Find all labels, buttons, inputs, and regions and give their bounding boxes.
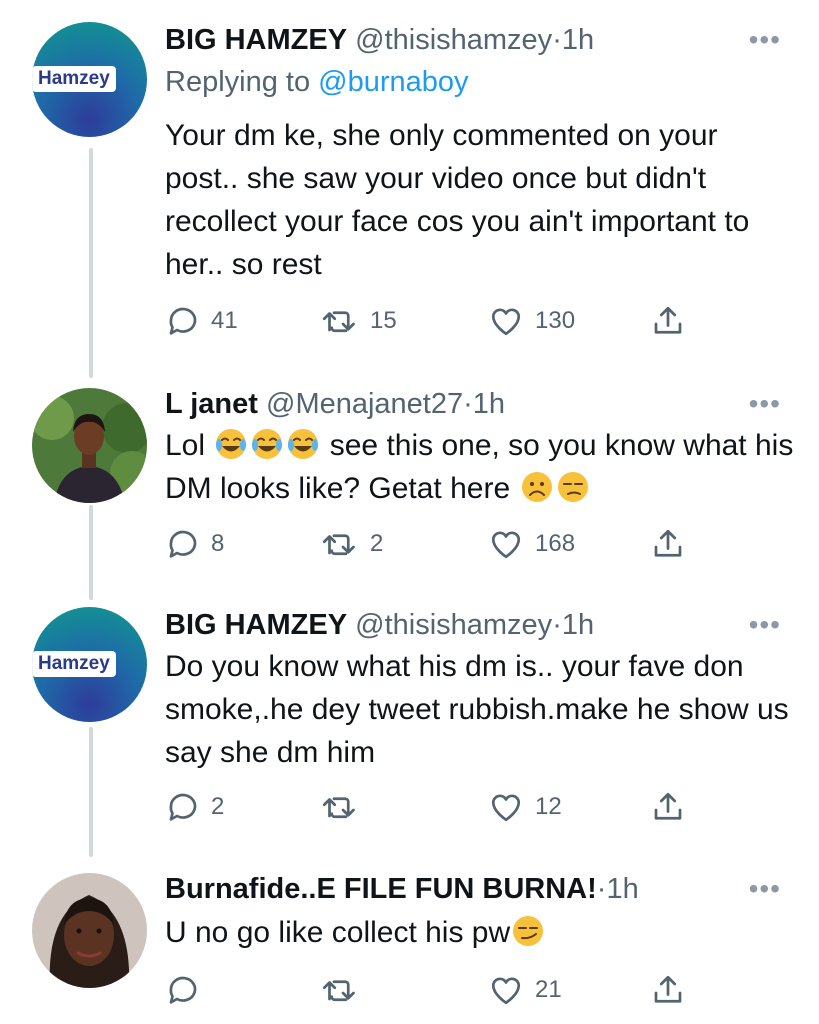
separator-dot: ·: [596, 873, 607, 905]
retweet-icon: [320, 303, 360, 339]
smirking-face-icon: [511, 914, 545, 948]
like-button[interactable]: 168: [487, 524, 575, 564]
reply-count: 41: [211, 307, 238, 334]
like-button[interactable]: 130: [487, 301, 575, 341]
avatar[interactable]: [32, 388, 147, 503]
reply-count: 8: [211, 530, 225, 557]
replying-to-label: Replying to: [165, 66, 311, 98]
avatar-photo: [32, 873, 147, 988]
share-icon: [650, 789, 686, 825]
heart-icon: [487, 526, 525, 562]
tweet-text: Do you know what his dm is.. your fave d…: [165, 650, 789, 769]
retweet-count: 2: [370, 530, 384, 557]
avatar-label: Hamzey: [32, 651, 116, 677]
retweet-button[interactable]: [320, 970, 370, 1010]
separator-dot: ·: [552, 609, 562, 641]
tweet[interactable]: Burnafide..E FILE FUN BURNA!·1h ••• U no…: [0, 855, 819, 1024]
face-with-tears-of-joy-icon: [286, 427, 320, 461]
share-button[interactable]: [650, 524, 686, 564]
more-options-icon[interactable]: •••: [749, 611, 781, 639]
reply-button[interactable]: 41: [165, 301, 238, 341]
tweet-text-part: Lol: [165, 429, 206, 462]
like-button[interactable]: 21: [487, 970, 562, 1010]
tweet-actions: 41 15 130: [165, 301, 725, 341]
tweet-header: Burnafide..E FILE FUN BURNA!·1h: [165, 871, 639, 907]
tweet[interactable]: Hamzey BIG HAMZEY @thisishamzey·1h ••• R…: [0, 0, 819, 370]
share-button[interactable]: [650, 970, 686, 1010]
share-icon: [650, 526, 686, 562]
reply-count: 2: [211, 793, 225, 820]
avatar[interactable]: [32, 873, 147, 988]
user-handle[interactable]: @Menajanet27: [266, 388, 463, 420]
share-button[interactable]: [650, 787, 686, 827]
tweet-header: L janet @Menajanet27·1h: [165, 386, 505, 422]
tweet[interactable]: L janet @Menajanet27·1h ••• Lol see this…: [0, 370, 819, 595]
retweet-button[interactable]: 2: [320, 524, 383, 564]
user-handle[interactable]: @thisishamzey: [355, 24, 552, 56]
tweet-actions: 8 2 168: [165, 524, 725, 564]
timestamp[interactable]: 1h: [473, 388, 505, 420]
avatar-label: Hamzey: [32, 66, 116, 92]
tweet-header: BIG HAMZEY @thisishamzey·1h: [165, 607, 594, 643]
retweet-button[interactable]: 15: [320, 301, 397, 341]
reply-icon: [165, 972, 201, 1008]
tweet-actions: 2 12: [165, 787, 725, 827]
retweet-icon: [320, 972, 360, 1008]
share-icon: [650, 972, 686, 1008]
more-options-icon[interactable]: •••: [749, 875, 781, 903]
frowning-face-icon: [520, 470, 554, 504]
retweet-button[interactable]: [320, 787, 370, 827]
tweet-text: U no go like collect his pw: [165, 911, 795, 954]
replying-to: Replying to @burnaboy: [165, 64, 469, 100]
heart-icon: [487, 972, 525, 1008]
reply-button[interactable]: [165, 970, 211, 1010]
retweet-icon: [320, 789, 360, 825]
heart-icon: [487, 789, 525, 825]
display-name[interactable]: Burnafide..E FILE FUN BURNA!: [165, 873, 597, 905]
retweet-count: 15: [370, 307, 397, 334]
more-options-icon[interactable]: •••: [749, 390, 781, 418]
tweet-actions: 21: [165, 970, 725, 1010]
display-name[interactable]: BIG HAMZEY: [165, 24, 347, 56]
timestamp[interactable]: 1h: [562, 609, 594, 641]
timestamp[interactable]: 1h: [562, 24, 594, 56]
reply-icon: [165, 303, 201, 339]
retweet-icon: [320, 526, 360, 562]
display-name[interactable]: BIG HAMZEY: [165, 609, 347, 641]
like-count: 130: [535, 307, 576, 334]
like-count: 21: [535, 976, 562, 1003]
tweet-header: BIG HAMZEY @thisishamzey·1h: [165, 22, 594, 58]
like-count: 12: [535, 793, 562, 820]
avatar[interactable]: Hamzey: [32, 607, 147, 722]
mention-link[interactable]: @burnaboy: [318, 66, 468, 98]
share-icon: [650, 303, 686, 339]
timestamp[interactable]: 1h: [606, 873, 638, 905]
like-button[interactable]: 12: [487, 787, 562, 827]
user-handle[interactable]: @thisishamzey: [355, 609, 552, 641]
tweet-text-part: U no go like collect his pw: [165, 916, 511, 949]
separator-dot: ·: [463, 388, 473, 420]
heart-icon: [487, 303, 525, 339]
tweet-text: Lol see this one, so you know what his D…: [165, 424, 795, 510]
reply-button[interactable]: 8: [165, 524, 224, 564]
face-with-tears-of-joy-icon: [250, 427, 284, 461]
display-name[interactable]: L janet: [165, 388, 258, 420]
reply-icon: [165, 789, 201, 825]
reply-button[interactable]: 2: [165, 787, 224, 827]
more-options-icon[interactable]: •••: [749, 26, 781, 54]
unamused-face-icon: [556, 470, 590, 504]
avatar[interactable]: Hamzey: [32, 22, 147, 137]
face-with-tears-of-joy-icon: [214, 427, 248, 461]
tweet-text: Your dm ke, she only commented on your p…: [165, 119, 750, 281]
reply-icon: [165, 526, 201, 562]
like-count: 168: [535, 530, 576, 557]
separator-dot: ·: [552, 24, 562, 56]
tweet[interactable]: Hamzey BIG HAMZEY @thisishamzey·1h ••• D…: [0, 595, 819, 855]
share-button[interactable]: [650, 301, 686, 341]
avatar-photo: [32, 388, 147, 503]
